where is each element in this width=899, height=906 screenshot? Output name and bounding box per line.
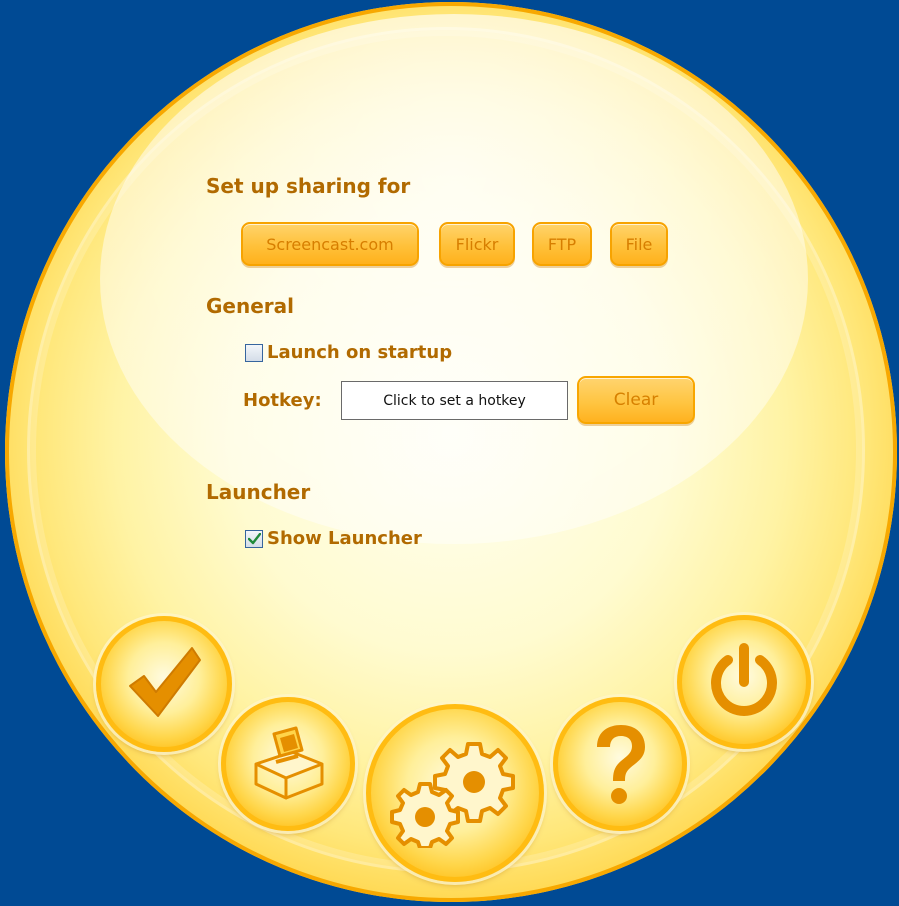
show-launcher-checkbox[interactable]	[245, 529, 263, 548]
clear-hotkey-button[interactable]: Clear	[577, 376, 695, 424]
gears-icon	[390, 742, 515, 848]
screencast-button[interactable]: Screencast.com	[241, 222, 419, 266]
exit-button[interactable]	[677, 615, 811, 749]
file-button[interactable]: File	[610, 222, 668, 266]
show-launcher-label[interactable]: Show Launcher	[267, 528, 422, 549]
hotkey-field[interactable]: Click to set a hotkey	[341, 381, 568, 420]
checkmark-glyph-icon	[247, 532, 261, 544]
capture-button[interactable]	[221, 697, 355, 831]
show-launcher-row[interactable]: Show Launcher	[245, 528, 422, 549]
settings-button[interactable]	[366, 704, 544, 882]
ballot-box-icon	[254, 726, 324, 800]
ftp-button[interactable]: FTP	[532, 222, 592, 266]
power-icon	[711, 643, 777, 716]
app-window: Set up sharing for Screencast.com Flickr…	[0, 0, 899, 906]
question-mark-icon	[597, 725, 645, 804]
sharing-heading: Set up sharing for	[206, 174, 411, 198]
flickr-button[interactable]: Flickr	[439, 222, 515, 266]
launch-on-startup-label[interactable]: Launch on startup	[267, 342, 452, 363]
launcher-heading: Launcher	[206, 480, 311, 504]
ok-button[interactable]	[96, 616, 232, 752]
launch-on-startup-row[interactable]: Launch on startup	[245, 342, 452, 363]
help-button[interactable]	[553, 697, 687, 831]
hotkey-label: Hotkey:	[243, 390, 322, 411]
general-heading: General	[206, 294, 294, 318]
launch-on-startup-checkbox[interactable]	[245, 343, 263, 362]
checkmark-icon	[129, 647, 201, 717]
